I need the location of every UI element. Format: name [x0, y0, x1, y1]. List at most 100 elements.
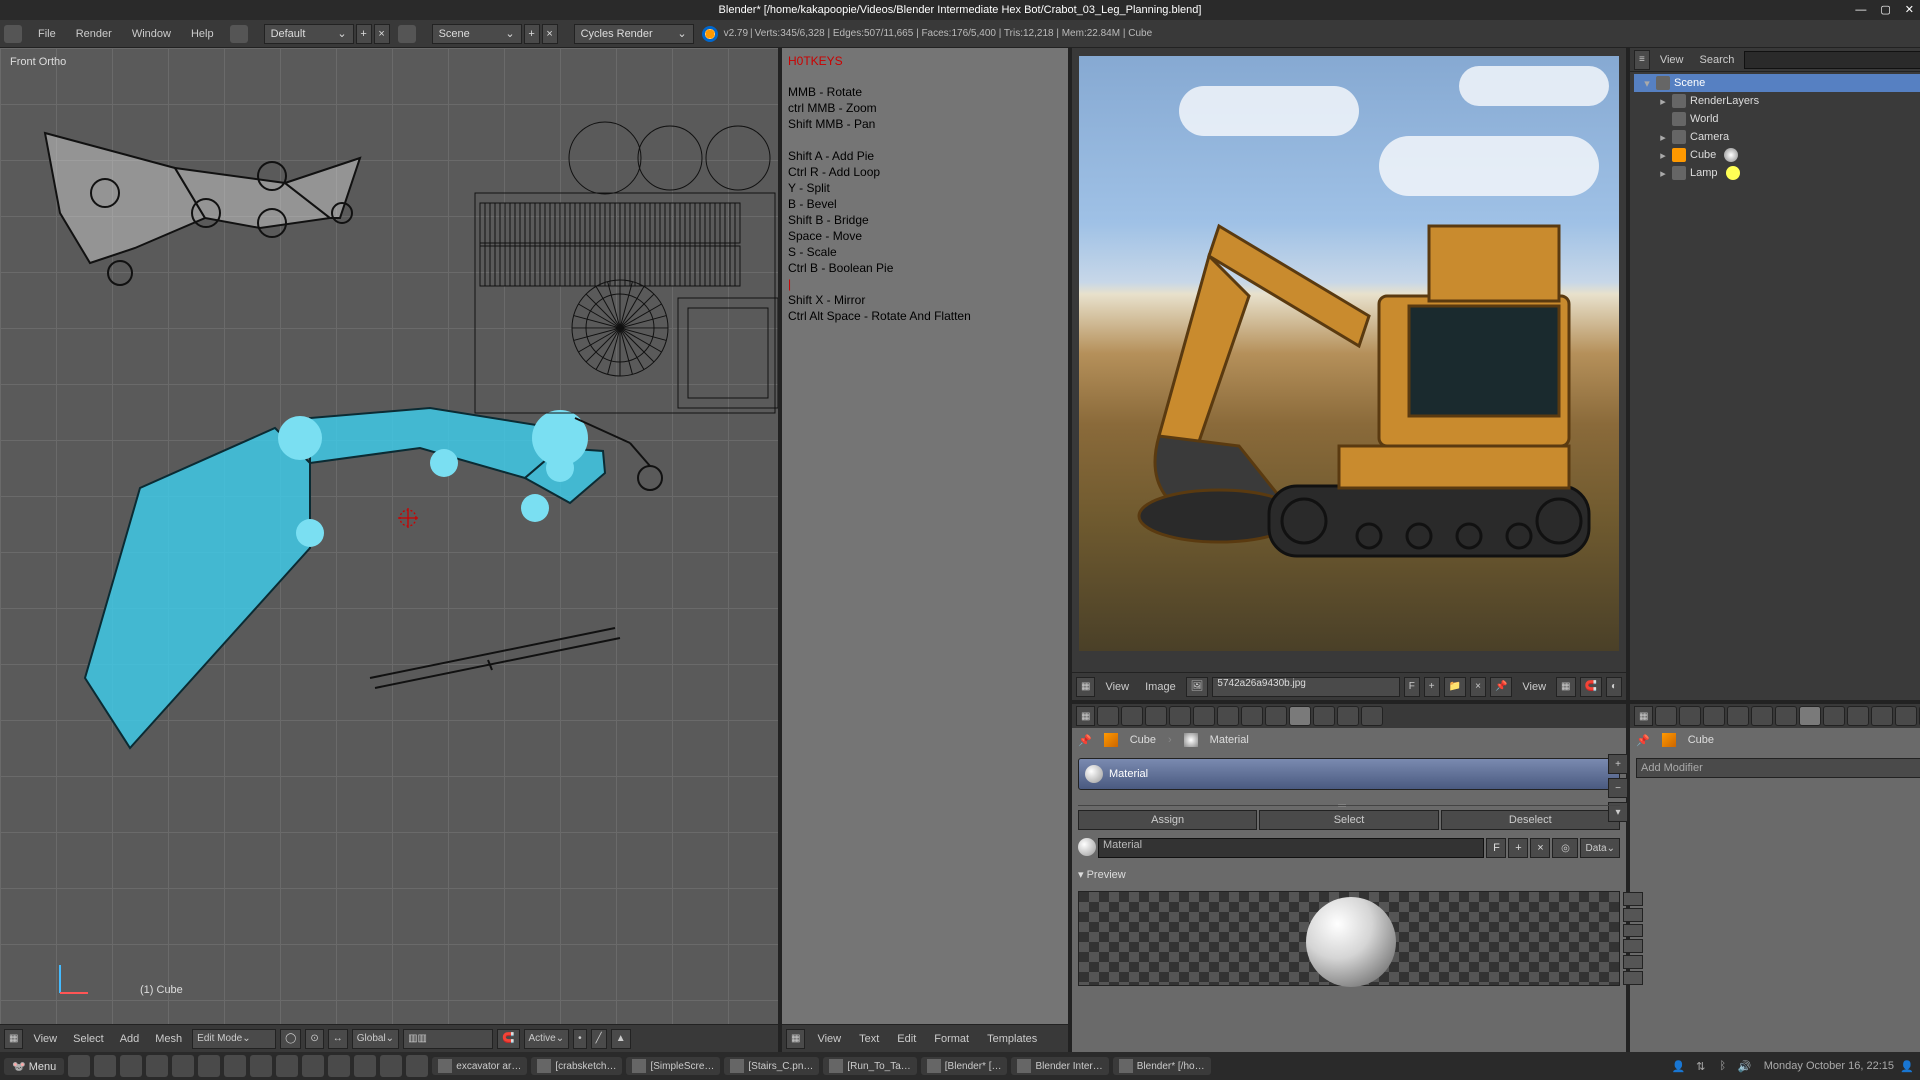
outliner-item-world[interactable]: World: [1634, 110, 1920, 128]
text-editor[interactable]: H0TKEYS MMB - Rotate ctrl MMB - Zoom Shi…: [782, 48, 1068, 1024]
close-button[interactable]: ✕: [1905, 0, 1914, 20]
image-add-button[interactable]: +: [1424, 677, 1440, 697]
tab-renderlayers-icon[interactable]: [1121, 706, 1143, 726]
layout-remove-button[interactable]: ×: [374, 24, 390, 44]
tray-network-icon[interactable]: ⇅: [1692, 1060, 1710, 1073]
select-button[interactable]: Select: [1259, 810, 1438, 830]
app-icon[interactable]: [406, 1055, 428, 1077]
outliner-item-cube[interactable]: ▸Cube👁↖📷: [1634, 146, 1920, 164]
file-menu[interactable]: File: [28, 20, 66, 47]
outliner-search-menu[interactable]: Search: [1694, 54, 1741, 66]
show-desktop-icon[interactable]: [68, 1055, 90, 1077]
app-icon[interactable]: [224, 1055, 246, 1077]
back-to-previous-icon[interactable]: [230, 25, 248, 43]
tab-scene-icon[interactable]: [1145, 706, 1167, 726]
image-browse-icon[interactable]: 🖼: [1186, 677, 1209, 697]
tab-material-icon[interactable]: [1847, 706, 1869, 726]
taskbar-item[interactable]: [Stairs_C.pn…: [724, 1057, 819, 1075]
tab-texture-icon[interactable]: [1871, 706, 1893, 726]
tray-clock[interactable]: Monday October 16, 22:15: [1764, 1060, 1894, 1072]
preview-flat-icon[interactable]: [1623, 892, 1643, 906]
view3d-view-menu[interactable]: View: [27, 1033, 63, 1045]
app-icon[interactable]: [302, 1055, 324, 1077]
orientation-dropdown[interactable]: Global ⌄: [352, 1029, 399, 1049]
material-browse-icon[interactable]: [1078, 838, 1096, 856]
image-editor[interactable]: [1072, 48, 1626, 672]
preview-hair-icon[interactable]: [1623, 955, 1643, 969]
bc-material[interactable]: Material: [1210, 734, 1249, 746]
help-menu[interactable]: Help: [181, 20, 224, 47]
image-pin-icon[interactable]: 📌: [1490, 677, 1512, 697]
fake-user-button[interactable]: F: [1404, 677, 1420, 697]
manipulator-icon[interactable]: ↔: [328, 1029, 348, 1049]
3d-viewport[interactable]: Front Ortho: [0, 48, 778, 1024]
disclosure-icon[interactable]: ▸: [1658, 149, 1668, 162]
slot-add-button[interactable]: +: [1608, 754, 1628, 774]
tab-world-icon[interactable]: [1169, 706, 1191, 726]
tray-volume-icon[interactable]: 🔊: [1736, 1060, 1754, 1073]
terminal-icon[interactable]: [120, 1055, 142, 1077]
tab-renderlayers-icon[interactable]: [1679, 706, 1701, 726]
add-modifier-dropdown[interactable]: Add Modifier⌄: [1636, 758, 1920, 778]
taskbar-item[interactable]: [SimpleScre…: [626, 1057, 720, 1075]
disclosure-icon[interactable]: ▸: [1658, 167, 1668, 180]
view3d-mesh-menu[interactable]: Mesh: [149, 1033, 188, 1045]
editor-type-icon[interactable]: ▦: [786, 1029, 805, 1049]
bc-cube[interactable]: Cube: [1688, 734, 1714, 746]
outliner-item-renderlayers[interactable]: ▸RenderLayers📷: [1634, 92, 1920, 110]
img-image-menu[interactable]: Image: [1139, 681, 1182, 693]
pe-mode-edge-icon[interactable]: ╱: [591, 1029, 607, 1049]
start-menu[interactable]: 🐭 Menu: [4, 1058, 64, 1075]
tab-modifiers-icon[interactable]: [1799, 706, 1821, 726]
preview-fluid-icon[interactable]: [1623, 971, 1643, 985]
outliner-item-camera[interactable]: ▸Camera👁↖📷: [1634, 128, 1920, 146]
outliner-item-lamp[interactable]: ▸Lamp👁↖📷: [1634, 164, 1920, 182]
tab-texture-icon[interactable]: [1313, 706, 1335, 726]
tab-particles-icon[interactable]: [1337, 706, 1359, 726]
tab-render-icon[interactable]: [1097, 706, 1119, 726]
taskbar-item[interactable]: excavator ar…: [432, 1057, 527, 1075]
editor-type-icon[interactable]: ≡: [1634, 50, 1650, 70]
pin-icon[interactable]: 📌: [1078, 734, 1092, 747]
te-templates-menu[interactable]: Templates: [981, 1033, 1043, 1045]
tab-world-icon[interactable]: [1727, 706, 1749, 726]
uv-snap-icon[interactable]: 🧲: [1580, 677, 1602, 697]
browser-icon[interactable]: [146, 1055, 168, 1077]
render-engine-dropdown[interactable]: Cycles Render⌄: [574, 24, 694, 44]
tab-data-icon[interactable]: [1265, 706, 1287, 726]
pe-mode-vert-icon[interactable]: •: [573, 1029, 587, 1049]
view3d-add-menu[interactable]: Add: [114, 1033, 146, 1045]
app-icon[interactable]: [276, 1055, 298, 1077]
mode-dropdown[interactable]: Edit Mode ⌄: [192, 1029, 276, 1049]
layers-widget[interactable]: ▥▥: [403, 1029, 493, 1049]
app-icon[interactable]: [354, 1055, 376, 1077]
tab-scene-icon[interactable]: [1703, 706, 1725, 726]
app-icon[interactable]: [250, 1055, 272, 1077]
te-text-menu[interactable]: Text: [853, 1033, 885, 1045]
scene-add-button[interactable]: +: [524, 24, 540, 44]
preview-sphere-icon[interactable]: [1623, 908, 1643, 922]
editor-type-icon[interactable]: ▦: [1076, 706, 1095, 726]
taskbar-item[interactable]: Blender* [/ho…: [1113, 1057, 1211, 1075]
app-icon[interactable]: [328, 1055, 350, 1077]
app-icon[interactable]: [172, 1055, 194, 1077]
tab-object-icon[interactable]: [1193, 706, 1215, 726]
tab-data-icon[interactable]: [1823, 706, 1845, 726]
tab-render-icon[interactable]: [1655, 706, 1677, 726]
tab-physics-icon[interactable]: [1361, 706, 1383, 726]
editor-type-icon[interactable]: [4, 25, 22, 43]
outliner-view-menu[interactable]: View: [1654, 54, 1690, 66]
uv-select-icon[interactable]: ▦: [1556, 677, 1575, 697]
tab-object-icon[interactable]: [1751, 706, 1773, 726]
window-menu[interactable]: Window: [122, 20, 181, 47]
image-unlink-button[interactable]: ×: [1470, 677, 1486, 697]
maximize-button[interactable]: ▢: [1880, 0, 1890, 20]
scene-remove-button[interactable]: ×: [542, 24, 558, 44]
outliner-search-input[interactable]: [1744, 51, 1920, 69]
minimize-button[interactable]: —: [1855, 0, 1866, 20]
outliner-item-scene[interactable]: ▾Scene: [1634, 74, 1920, 92]
image-name-field[interactable]: 5742a26a9430b.jpg: [1212, 677, 1399, 697]
unlink-material-button[interactable]: ×: [1530, 838, 1550, 858]
scene-browse-icon[interactable]: [398, 25, 416, 43]
link-dropdown[interactable]: Data ⌄: [1580, 838, 1620, 858]
